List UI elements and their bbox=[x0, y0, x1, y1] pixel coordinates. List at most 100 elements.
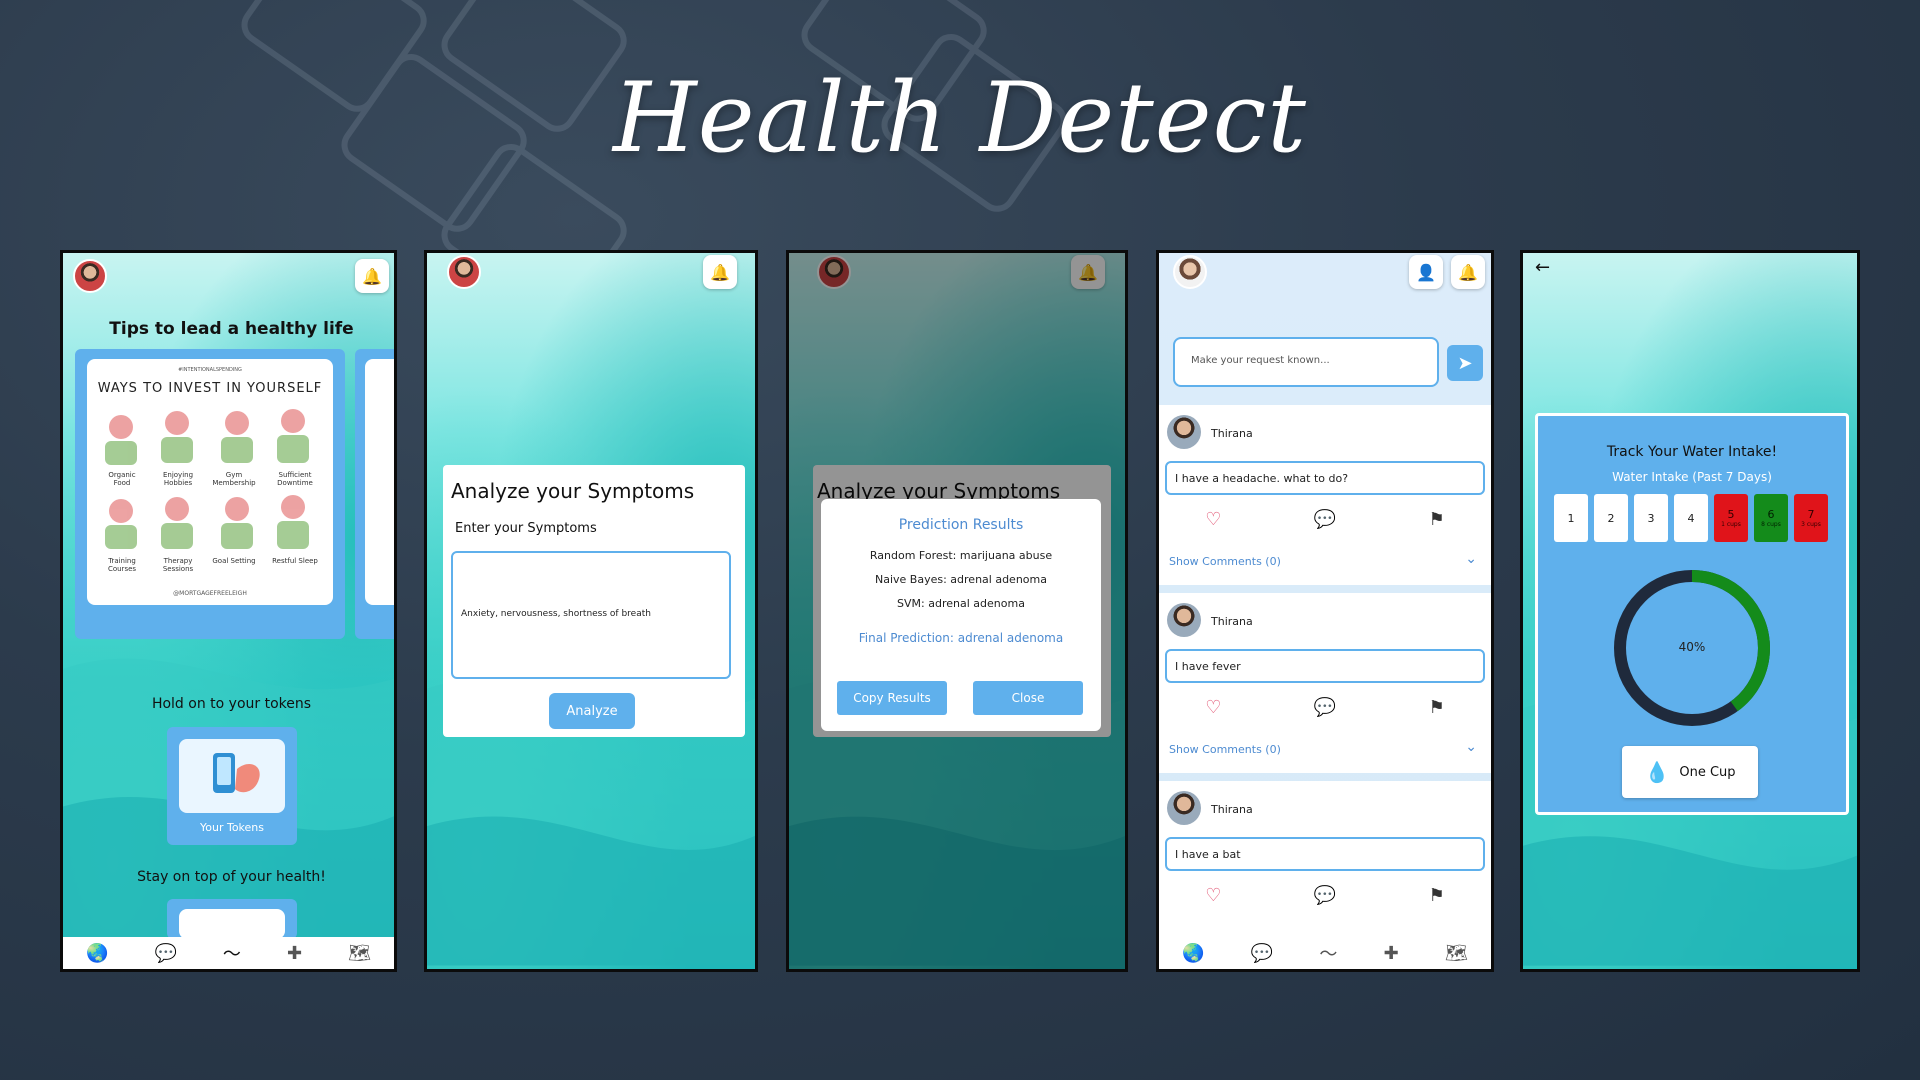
day-cups: 1 cups bbox=[1721, 521, 1741, 528]
show-comments-link[interactable]: Show Comments (0) bbox=[1169, 743, 1281, 756]
symptoms-input[interactable]: Anxiety, nervousness, shortness of breat… bbox=[451, 551, 731, 679]
home-planet-icon[interactable]: 🌏 bbox=[1182, 943, 1204, 964]
day-box: 51 cups bbox=[1714, 494, 1748, 542]
send-button[interactable]: ➤ bbox=[1447, 345, 1483, 381]
post-card: Thirana I have a headache. what to do? ♡… bbox=[1159, 405, 1491, 585]
comment-bubble-icon[interactable]: 💬 bbox=[1314, 509, 1336, 535]
show-comments-link[interactable]: Show Comments (0) bbox=[1169, 555, 1281, 568]
comment-bubble-icon[interactable]: 💬 bbox=[1314, 885, 1336, 911]
profile-avatar[interactable] bbox=[1173, 255, 1207, 289]
day-box: 2 bbox=[1594, 494, 1628, 542]
water-card: Track Your Water Intake! Water Intake (P… bbox=[1535, 413, 1849, 815]
health-illustration bbox=[179, 909, 285, 939]
post-actions: ♡ 💬 ⚑ bbox=[1159, 885, 1491, 911]
medkit-icon[interactable]: ✚ bbox=[1384, 943, 1399, 964]
like-heart-icon[interactable]: ♡ bbox=[1205, 697, 1221, 723]
tokens-illustration bbox=[179, 739, 285, 813]
notification-bell-icon[interactable]: 🔔 bbox=[355, 259, 389, 293]
bottom-nav: 🌏 💬 〜 ✚ 🗺 bbox=[63, 937, 394, 969]
copy-results-button[interactable]: Copy Results bbox=[837, 681, 947, 715]
dialog-title: Prediction Results bbox=[898, 517, 1024, 533]
post-avatar bbox=[1167, 415, 1201, 449]
day-box: 73 cups bbox=[1794, 494, 1828, 542]
health-heading: Stay on top of your health! bbox=[137, 869, 326, 885]
like-heart-icon[interactable]: ♡ bbox=[1205, 509, 1221, 535]
post-actions: ♡ 💬 ⚑ bbox=[1159, 697, 1491, 723]
day-number: 2 bbox=[1607, 511, 1615, 525]
analyze-card: Analyze your Symptoms Enter your Symptom… bbox=[443, 465, 745, 737]
result-line: Random Forest: marijuana abuse bbox=[869, 549, 1053, 562]
notification-bell-icon[interactable]: 🔔 bbox=[1451, 255, 1485, 289]
poster-label: Restful Sleep bbox=[272, 557, 318, 565]
next-tip-card[interactable] bbox=[355, 349, 394, 639]
poster-credit: @MORTGAGEFREELEIGH bbox=[173, 590, 247, 597]
poster-label: Organic Food bbox=[108, 471, 136, 487]
chat-icon[interactable]: 💬 bbox=[154, 943, 176, 964]
symptoms-text: Anxiety, nervousness, shortness of breat… bbox=[461, 609, 651, 619]
trend-icon[interactable]: 〜 bbox=[223, 940, 241, 966]
day-number: 1 bbox=[1567, 511, 1575, 525]
profile-avatar[interactable] bbox=[447, 255, 481, 289]
like-heart-icon[interactable]: ♡ bbox=[1205, 885, 1221, 911]
trend-icon[interactable]: 〜 bbox=[1319, 940, 1337, 966]
poster-label: Enjoying Hobbies bbox=[162, 471, 194, 487]
symptoms-label: Enter your Symptoms bbox=[455, 521, 597, 536]
request-input[interactable]: Make your request known... bbox=[1173, 337, 1439, 387]
map-icon[interactable]: 🗺 bbox=[1445, 943, 1468, 964]
chevron-down-icon[interactable]: ⌄ bbox=[1465, 551, 1477, 567]
profile-icon[interactable]: 👤 bbox=[1409, 255, 1443, 289]
post-card: Thirana I have a bat ♡ 💬 ⚑ bbox=[1159, 781, 1491, 943]
result-line: SVM: adrenal adenoma bbox=[897, 597, 1025, 610]
day-box: 3 bbox=[1634, 494, 1668, 542]
notification-bell-icon[interactable]: 🔔 bbox=[703, 255, 737, 289]
poster-label: Therapy Sessions bbox=[162, 557, 194, 573]
tokens-label: Your Tokens bbox=[199, 821, 264, 834]
post-avatar bbox=[1167, 791, 1201, 825]
day-number: 6 bbox=[1767, 508, 1775, 521]
back-arrow-icon[interactable]: ← bbox=[1535, 257, 1550, 278]
post-author: Thirana bbox=[1211, 427, 1253, 440]
health-card[interactable] bbox=[167, 899, 297, 939]
poster-label: Gym Membership bbox=[212, 471, 256, 487]
post-message: I have fever bbox=[1165, 649, 1485, 683]
day-number: 4 bbox=[1687, 511, 1695, 525]
analyze-button[interactable]: Analyze bbox=[549, 693, 635, 729]
tokens-card[interactable]: Your Tokens bbox=[167, 727, 297, 845]
home-planet-icon[interactable]: 🌏 bbox=[86, 943, 108, 964]
day-box: 68 cups bbox=[1754, 494, 1788, 542]
progress-label: 40% bbox=[1678, 640, 1706, 654]
screen-water: ← Track Your Water Intake! Water Intake … bbox=[1520, 250, 1860, 972]
profile-avatar[interactable] bbox=[73, 259, 107, 293]
screen-home: 🔔 Tips to lead a healthy life #INTENTION… bbox=[60, 250, 397, 972]
comment-bubble-icon[interactable]: 💬 bbox=[1314, 697, 1336, 723]
chevron-down-icon[interactable]: ⌄ bbox=[1465, 739, 1477, 755]
day-cups: 3 cups bbox=[1801, 521, 1821, 528]
result-line: Naive Bayes: adrenal adenoma bbox=[875, 573, 1047, 586]
post-actions: ♡ 💬 ⚑ bbox=[1159, 509, 1491, 535]
page-title: Health Detect bbox=[613, 62, 1307, 174]
report-flag-icon[interactable]: ⚑ bbox=[1429, 509, 1445, 535]
poster-label: Sufficient Downtime bbox=[277, 471, 313, 487]
tips-card[interactable]: #INTENTIONALSPENDING WAYS TO INVEST IN Y… bbox=[75, 349, 345, 639]
map-icon[interactable]: 🗺 bbox=[348, 943, 371, 964]
one-cup-button[interactable]: 💧 One Cup bbox=[1622, 746, 1758, 798]
day-cups: 8 cups bbox=[1761, 521, 1781, 528]
post-card: Thirana I have fever ♡ 💬 ⚑ Show Comments… bbox=[1159, 593, 1491, 773]
medkit-icon[interactable]: ✚ bbox=[287, 943, 302, 964]
phone-hand-icon bbox=[213, 753, 260, 793]
request-placeholder: Make your request known... bbox=[1191, 355, 1330, 366]
post-avatar bbox=[1167, 603, 1201, 637]
one-cup-label: One Cup bbox=[1679, 764, 1736, 780]
poster-image: #INTENTIONALSPENDING WAYS TO INVEST IN Y… bbox=[87, 359, 333, 605]
poster-title: WAYS TO INVEST IN YOURSELF bbox=[97, 381, 323, 396]
close-button[interactable]: Close bbox=[973, 681, 1083, 715]
report-flag-icon[interactable]: ⚑ bbox=[1429, 697, 1445, 723]
water-drop-icon: 💧 bbox=[1644, 760, 1670, 784]
report-flag-icon[interactable]: ⚑ bbox=[1429, 885, 1445, 911]
water-heading: Track Your Water Intake! bbox=[1606, 444, 1778, 460]
final-prediction: Final Prediction: adrenal adenoma bbox=[858, 631, 1064, 645]
post-author: Thirana bbox=[1211, 615, 1253, 628]
chat-icon[interactable]: 💬 bbox=[1251, 943, 1273, 964]
poster-label: Goal Setting bbox=[212, 557, 256, 565]
day-box: 4 bbox=[1674, 494, 1708, 542]
